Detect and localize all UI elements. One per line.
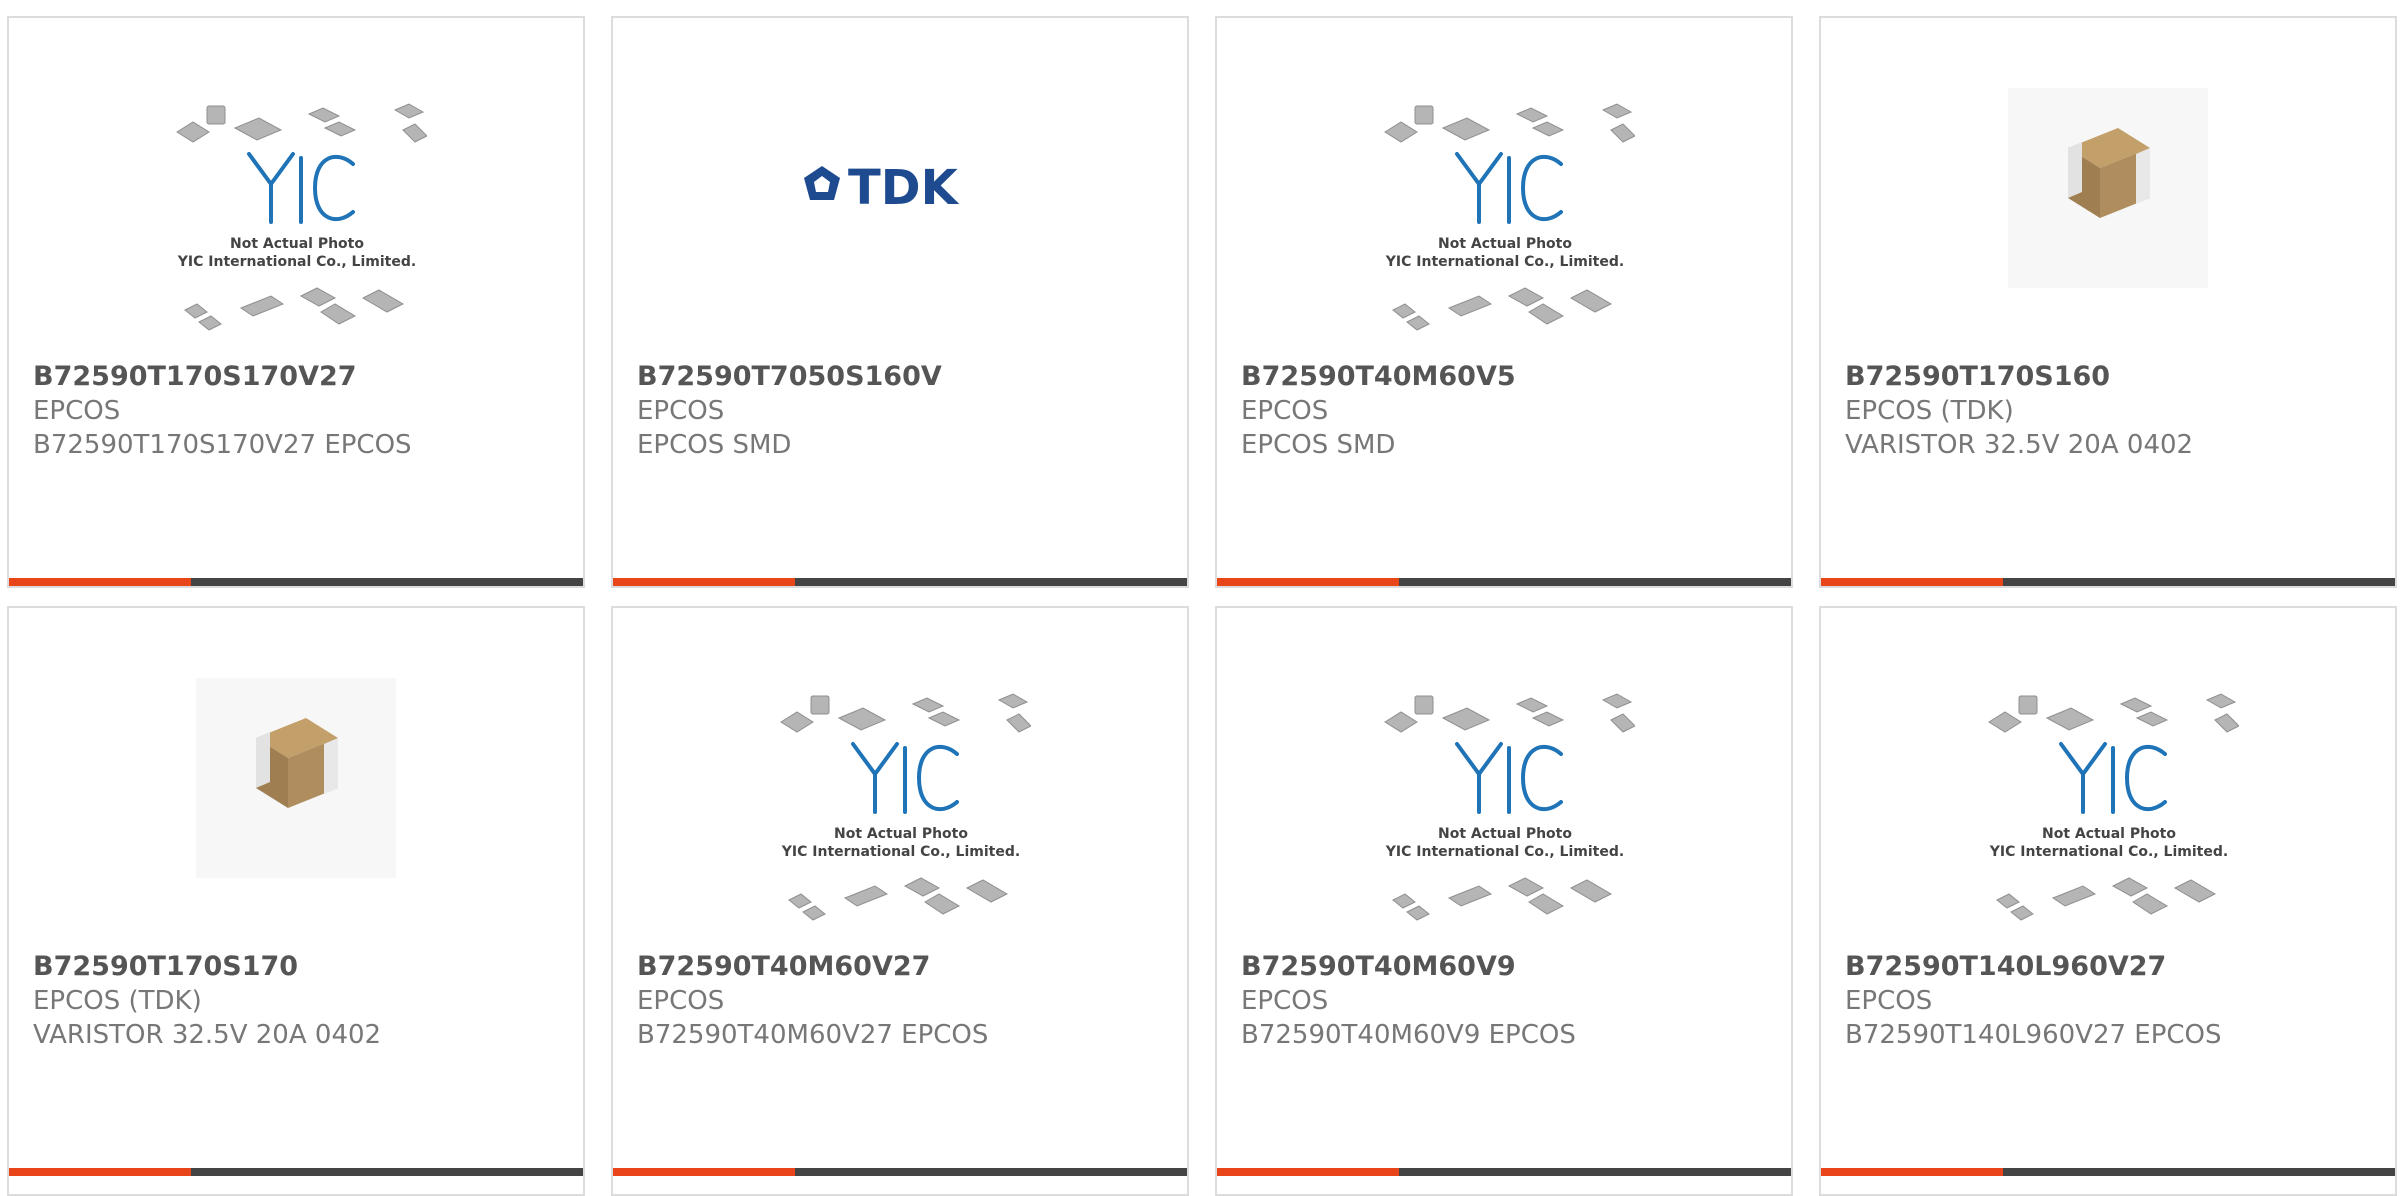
bar-accent — [613, 578, 795, 586]
description: B72590T40M60V27 EPCOS — [637, 1020, 989, 1050]
bar-accent — [1821, 578, 2003, 586]
product-card[interactable]: B72590T170S170 EPCOS (TDK) VARISTOR 32.5… — [7, 606, 585, 1196]
chip-photo — [2008, 88, 2208, 288]
manufacturer: EPCOS — [1845, 986, 1933, 1016]
product-card[interactable]: Not Actual Photo YIC International Co., … — [611, 606, 1189, 1196]
product-info: B72590T7050S160V EPCOS EPCOS SMD — [637, 360, 1175, 462]
product-image: Not Actual Photo YIC International Co., … — [1821, 608, 2395, 948]
description: B72590T170S170V27 EPCOS — [33, 430, 412, 460]
yic-placeholder-image: Not Actual Photo YIC International Co., … — [1384, 693, 1635, 921]
description: B72590T140L960V27 EPCOS — [1845, 1020, 2222, 1050]
bar-accent — [9, 578, 191, 586]
yic-placeholder-image: Not Actual Photo YIC International Co., … — [1988, 693, 2239, 921]
yic-placeholder-image: Not Actual Photo YIC International Co., … — [176, 103, 427, 331]
company-text: YIC International Co., Limited. — [1385, 844, 1624, 860]
product-image — [9, 608, 583, 948]
card-bottom-bar — [1821, 578, 2395, 586]
description: EPCOS SMD — [1241, 430, 1396, 460]
yic-placeholder-image: Not Actual Photo YIC International Co., … — [780, 693, 1031, 921]
product-card[interactable]: Not Actual Photo YIC International Co., … — [7, 16, 585, 588]
part-number[interactable]: B72590T170S160 — [1845, 360, 2383, 394]
company-text: YIC International Co., Limited. — [1385, 254, 1624, 270]
bar-accent — [1821, 1168, 2003, 1176]
card-bottom-bar — [613, 578, 1187, 586]
part-number[interactable]: B72590T140L960V27 — [1845, 950, 2383, 984]
product-image: Not Actual Photo YIC International Co., … — [613, 608, 1187, 948]
bar-accent — [9, 1168, 191, 1176]
company-text: YIC International Co., Limited. — [1989, 844, 2228, 860]
card-bottom-bar — [9, 1168, 583, 1176]
product-info: B72590T40M60V27 EPCOS B72590T40M60V27 EP… — [637, 950, 1175, 1052]
not-actual-photo-text: Not Actual Photo — [230, 236, 364, 252]
manufacturer: EPCOS (TDK) — [33, 986, 202, 1016]
product-info: B72590T170S170V27 EPCOS B72590T170S170V2… — [33, 360, 571, 462]
manufacturer: EPCOS — [637, 986, 725, 1016]
product-card[interactable]: Not Actual Photo YIC International Co., … — [1215, 606, 1793, 1196]
not-actual-photo-text: Not Actual Photo — [834, 826, 968, 842]
description: EPCOS SMD — [637, 430, 792, 460]
description: VARISTOR 32.5V 20A 0402 — [33, 1020, 382, 1050]
not-actual-photo-text: Not Actual Photo — [1438, 236, 1572, 252]
product-card[interactable]: Not Actual Photo YIC International Co., … — [1819, 606, 2397, 1196]
manufacturer: EPCOS (TDK) — [1845, 396, 2014, 426]
card-bottom-bar — [1821, 1168, 2395, 1176]
company-text: YIC International Co., Limited. — [177, 254, 416, 270]
product-image: TDK — [613, 18, 1187, 358]
yic-placeholder-image: Not Actual Photo YIC International Co., … — [1384, 103, 1635, 331]
product-info: B72590T170S170 EPCOS (TDK) VARISTOR 32.5… — [33, 950, 571, 1052]
product-image — [1821, 18, 2395, 358]
part-number[interactable]: B72590T170S170V27 — [33, 360, 571, 394]
product-image: Not Actual Photo YIC International Co., … — [9, 18, 583, 358]
product-info: B72590T140L960V27 EPCOS B72590T140L960V2… — [1845, 950, 2383, 1052]
part-number[interactable]: B72590T170S170 — [33, 950, 571, 984]
product-info: B72590T40M60V9 EPCOS B72590T40M60V9 EPCO… — [1241, 950, 1779, 1052]
product-grid: Not Actual Photo YIC International Co., … — [0, 0, 2400, 1196]
product-card[interactable]: TDK B72590T7050S160V EPCOS EPCOS SMD — [611, 16, 1189, 588]
manufacturer: EPCOS — [33, 396, 121, 426]
description: VARISTOR 32.5V 20A 0402 — [1845, 430, 2194, 460]
part-number[interactable]: B72590T40M60V27 — [637, 950, 1175, 984]
card-bottom-bar — [9, 578, 583, 586]
manufacturer: EPCOS — [1241, 986, 1329, 1016]
tdk-logo: TDK — [804, 160, 960, 216]
product-info: B72590T170S160 EPCOS (TDK) VARISTOR 32.5… — [1845, 360, 2383, 462]
product-image: Not Actual Photo YIC International Co., … — [1217, 18, 1791, 358]
description: B72590T40M60V9 EPCOS — [1241, 1020, 1576, 1050]
bar-accent — [613, 1168, 795, 1176]
product-card[interactable]: B72590T170S160 EPCOS (TDK) VARISTOR 32.5… — [1819, 16, 2397, 588]
bar-accent — [1217, 1168, 1399, 1176]
manufacturer: EPCOS — [1241, 396, 1329, 426]
bar-accent — [1217, 578, 1399, 586]
part-number[interactable]: B72590T7050S160V — [637, 360, 1175, 394]
tdk-logo-text: TDK — [848, 160, 960, 216]
product-card[interactable]: Not Actual Photo YIC International Co., … — [1215, 16, 1793, 588]
card-bottom-bar — [1217, 1168, 1791, 1176]
card-bottom-bar — [613, 1168, 1187, 1176]
chip-photo — [196, 678, 396, 878]
not-actual-photo-text: Not Actual Photo — [2042, 826, 2176, 842]
part-number[interactable]: B72590T40M60V5 — [1241, 360, 1779, 394]
product-image: Not Actual Photo YIC International Co., … — [1217, 608, 1791, 948]
card-bottom-bar — [1217, 578, 1791, 586]
company-text: YIC International Co., Limited. — [781, 844, 1020, 860]
part-number[interactable]: B72590T40M60V9 — [1241, 950, 1779, 984]
not-actual-photo-text: Not Actual Photo — [1438, 826, 1572, 842]
product-info: B72590T40M60V5 EPCOS EPCOS SMD — [1241, 360, 1779, 462]
manufacturer: EPCOS — [637, 396, 725, 426]
